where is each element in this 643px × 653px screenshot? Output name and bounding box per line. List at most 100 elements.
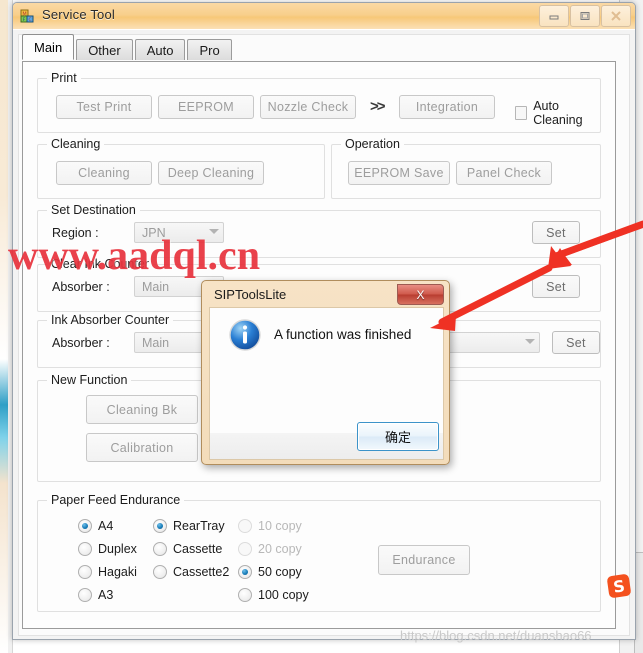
tab-other[interactable]: Other bbox=[76, 39, 133, 60]
radio-hagaki-label: Hagaki bbox=[98, 565, 137, 579]
ink-absorber-value: Main bbox=[142, 335, 170, 350]
window-title: Service Tool bbox=[42, 7, 115, 22]
group-print-legend: Print bbox=[47, 71, 81, 85]
maximize-button[interactable] bbox=[570, 5, 600, 27]
integration-button[interactable]: Integration bbox=[399, 95, 495, 119]
radio-10-copy-indicator bbox=[238, 519, 252, 533]
deep-cleaning-label: Deep Cleaning bbox=[167, 166, 255, 180]
radio-hagaki-indicator[interactable] bbox=[78, 565, 92, 579]
radio-10-copy: 10 copy bbox=[238, 519, 302, 533]
siptoolslite-dialog: SIPToolsLite X A function was finished 确… bbox=[201, 280, 450, 465]
radio-10-copy-label: 10 copy bbox=[258, 519, 302, 533]
group-operation-legend: Operation bbox=[341, 137, 404, 151]
screenshot-root: M F C Service Tool Main Other Auto Pro P… bbox=[0, 0, 643, 653]
radio-20-copy: 20 copy bbox=[238, 542, 302, 556]
panel-check-label: Panel Check bbox=[466, 166, 542, 180]
ink-absorber-set-button[interactable]: Set bbox=[552, 331, 600, 354]
chevron-right-icon: >> bbox=[370, 98, 385, 115]
auto-cleaning-checkbox-row[interactable]: Auto Cleaning bbox=[515, 99, 600, 127]
radio-duplex-indicator[interactable] bbox=[78, 542, 92, 556]
dialog-message: A function was finished bbox=[274, 327, 412, 342]
radio-cassette-indicator[interactable] bbox=[153, 542, 167, 556]
close-icon bbox=[611, 11, 621, 21]
radio-duplex-label: Duplex bbox=[98, 542, 137, 556]
radio-a4[interactable]: A4 bbox=[78, 519, 113, 533]
dialog-ok-label: 确定 bbox=[384, 430, 411, 445]
ink-absorber-set-label: Set bbox=[566, 335, 586, 350]
radio-50-copy-indicator[interactable] bbox=[238, 565, 252, 579]
eeprom-label: EEPROM bbox=[178, 100, 234, 114]
minimize-icon bbox=[549, 15, 559, 20]
radio-50-copy-label: 50 copy bbox=[258, 565, 302, 579]
radio-cassette2-label: Cassette2 bbox=[173, 565, 230, 579]
cleaning-bk-button[interactable]: Cleaning Bk bbox=[86, 395, 198, 424]
test-print-button[interactable]: Test Print bbox=[56, 95, 152, 119]
minimize-button[interactable] bbox=[539, 5, 569, 27]
dialog-title: SIPToolsLite bbox=[214, 287, 287, 302]
left-edge-strip bbox=[0, 0, 8, 653]
clear-ink-counter-set-button[interactable]: Set bbox=[532, 275, 580, 298]
radio-50-copy[interactable]: 50 copy bbox=[238, 565, 302, 579]
radio-100-copy-indicator[interactable] bbox=[238, 588, 252, 602]
clear-ink-absorber-value: Main bbox=[142, 279, 170, 294]
svg-text:C: C bbox=[28, 17, 31, 23]
radio-hagaki[interactable]: Hagaki bbox=[78, 565, 137, 579]
nozzle-check-label: Nozzle Check bbox=[267, 100, 349, 114]
radio-a4-indicator[interactable] bbox=[78, 519, 92, 533]
tab-auto-label: Auto bbox=[146, 42, 174, 58]
radio-duplex[interactable]: Duplex bbox=[78, 542, 137, 556]
radio-reartray-label: RearTray bbox=[173, 519, 225, 533]
radio-20-copy-indicator bbox=[238, 542, 252, 556]
watermark-csdn: https://blog.csdn.net/duanshao66 bbox=[400, 628, 592, 643]
dialog-ok-button[interactable]: 确定 bbox=[357, 422, 439, 451]
title-bar: M F C Service Tool bbox=[13, 3, 635, 30]
calibration-label: Calibration bbox=[110, 440, 174, 455]
cleaning-label: Cleaning bbox=[78, 166, 130, 180]
radio-reartray-indicator[interactable] bbox=[153, 519, 167, 533]
cleaning-bk-label: Cleaning Bk bbox=[106, 402, 178, 417]
nozzle-check-button[interactable]: Nozzle Check bbox=[260, 95, 356, 119]
tab-main-label: Main bbox=[34, 39, 63, 55]
auto-cleaning-checkbox[interactable] bbox=[515, 106, 528, 120]
radio-cassette2[interactable]: Cassette2 bbox=[153, 565, 229, 579]
ink-absorber-label: Absorber : bbox=[52, 336, 110, 350]
integration-label: Integration bbox=[415, 100, 479, 114]
tab-main[interactable]: Main bbox=[22, 34, 75, 60]
panel-check-button[interactable]: Panel Check bbox=[456, 161, 552, 185]
radio-reartray[interactable]: RearTray bbox=[153, 519, 225, 533]
radio-100-copy-label: 100 copy bbox=[258, 588, 309, 602]
group-set-destination-legend: Set Destination bbox=[47, 203, 140, 217]
maximize-icon bbox=[580, 12, 590, 20]
set-destination-button[interactable]: Set bbox=[532, 221, 580, 244]
tab-pro-label: Pro bbox=[199, 42, 220, 58]
radio-cassette2-indicator[interactable] bbox=[153, 565, 167, 579]
group-cleaning-legend: Cleaning bbox=[47, 137, 105, 151]
cleaning-button[interactable]: Cleaning bbox=[56, 161, 152, 185]
calibration-button[interactable]: Calibration bbox=[86, 433, 198, 462]
tab-strip: Main Other Auto Pro bbox=[22, 34, 234, 60]
set-destination-label: Set bbox=[546, 225, 566, 240]
tab-pro[interactable]: Pro bbox=[187, 39, 232, 60]
group-print: Print Test Print EEPROM Nozzle Check >> … bbox=[37, 71, 601, 133]
deep-cleaning-button[interactable]: Deep Cleaning bbox=[158, 161, 264, 185]
group-paper-feed-endurance: Paper Feed Endurance A4 Duplex Hagaki A3 bbox=[37, 493, 601, 612]
radio-20-copy-label: 20 copy bbox=[258, 542, 302, 556]
radio-a3[interactable]: A3 bbox=[78, 588, 113, 602]
tab-auto[interactable]: Auto bbox=[134, 39, 186, 60]
window-controls bbox=[539, 5, 631, 27]
endurance-button[interactable]: Endurance bbox=[378, 545, 470, 575]
radio-100-copy[interactable]: 100 copy bbox=[238, 588, 309, 602]
radio-cassette[interactable]: Cassette bbox=[153, 542, 222, 556]
radio-a3-label: A3 bbox=[98, 588, 114, 602]
radio-a4-label: A4 bbox=[98, 519, 114, 533]
blocks-icon: M F C bbox=[20, 8, 36, 24]
close-button[interactable] bbox=[601, 5, 631, 27]
group-cleaning: Cleaning Cleaning Deep Cleaning bbox=[37, 137, 325, 199]
eeprom-button[interactable]: EEPROM bbox=[158, 95, 254, 119]
dialog-close-button[interactable]: X bbox=[397, 284, 444, 305]
eeprom-save-button[interactable]: EEPROM Save bbox=[348, 161, 450, 185]
group-operation: Operation EEPROM Save Panel Check bbox=[331, 137, 601, 199]
endurance-label: Endurance bbox=[392, 553, 456, 567]
radio-a3-indicator[interactable] bbox=[78, 588, 92, 602]
watermark-aadql: www.aadql.cn bbox=[8, 233, 261, 279]
